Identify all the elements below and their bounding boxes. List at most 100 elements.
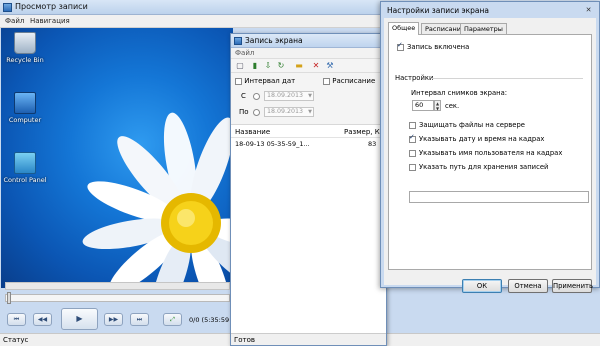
storage-path-checkbox[interactable]: Указать путь для хранения записей [409, 163, 548, 171]
recording-name: 18-09-13 05-35-59_1... [235, 140, 310, 148]
interval-input[interactable]: 60 [412, 100, 434, 111]
desktop-icon-label: Computer [8, 116, 42, 124]
settings-title: Настройки записи экрана [387, 6, 489, 15]
recorded-desktop-preview: Recycle Bin Computer Control Panel [1, 28, 233, 288]
to-date-value: 18.09.2013 [267, 108, 304, 115]
recording-title: Запись экрана [245, 36, 303, 45]
checkbox-box [409, 149, 416, 157]
menu-file[interactable]: Файл [235, 49, 254, 57]
prev-icon: ◀◀ [37, 316, 48, 323]
fit-icon: ⤢ [170, 316, 175, 323]
desktop-icon-control-panel[interactable]: Control Panel [3, 152, 47, 184]
first-frame-button[interactable]: ⏮ [7, 313, 26, 326]
checkbox-box [397, 41, 404, 51]
schedule-label: Расписание [332, 77, 376, 85]
column-size[interactable]: Размер, Кб [344, 128, 384, 136]
play-icon: ▶ [76, 314, 83, 323]
recording-window: Запись экрана Файл ▢ ▮ ⇩ ↻ ▬ ✕ ⚒ Интерва… [230, 33, 387, 346]
checkbox-box [409, 133, 416, 143]
date-interval-label: Интервал дат [244, 77, 296, 85]
menu-file[interactable]: Файл [5, 17, 24, 25]
to-date-picker[interactable]: 18.09.2013 ▼ [264, 107, 314, 117]
viewer-status-text: Статус [3, 336, 29, 344]
play-button[interactable]: ▶ [61, 308, 98, 330]
column-name[interactable]: Название [235, 128, 270, 136]
folder-icon[interactable]: ▬ [294, 61, 304, 71]
settings-titlebar[interactable]: Настройки записи экрана ✕ [381, 2, 599, 18]
desktop-icon-computer[interactable]: Computer [3, 92, 47, 124]
interval-unit: сек. [445, 102, 460, 110]
recording-enabled-label: Запись включена [407, 43, 470, 51]
group-divider [431, 78, 583, 79]
schedule-checkbox[interactable]: Расписание [323, 77, 375, 85]
option-label: Защищать файлы на сервере [419, 121, 525, 129]
export-icon[interactable]: ⇩ [263, 61, 273, 71]
general-tab-panel: Запись включена Настройки Интервал снимк… [388, 34, 592, 270]
show-username-checkbox[interactable]: Указывать имя пользователя на кадрах [409, 149, 562, 157]
refresh-icon[interactable]: ↻ [276, 61, 286, 71]
date-interval-checkbox[interactable]: Интервал дат [235, 77, 295, 85]
interval-value: 60 [415, 101, 424, 109]
ok-button[interactable]: ОК [462, 279, 502, 293]
recycle-bin-icon [14, 32, 36, 54]
app-icon [234, 37, 242, 45]
recordings-list-header: Название Размер, Кб [231, 125, 386, 138]
interval-label: Интервал снимков экрана: [411, 89, 508, 97]
recording-status-text: Готов [234, 336, 256, 344]
prev-frame-button[interactable]: ◀◀ [33, 313, 52, 326]
checkbox-box [409, 121, 416, 129]
recording-toolbar: ▢ ▮ ⇩ ↻ ▬ ✕ ⚒ [231, 59, 386, 73]
from-date-value: 18.09.2013 [267, 92, 304, 99]
recording-menubar: Файл [231, 48, 386, 59]
desktop-icon-recycle-bin[interactable]: Recycle Bin [3, 32, 47, 64]
show-datetime-checkbox[interactable]: Указывать дату и время на кадрах [409, 133, 545, 143]
menu-navigation[interactable]: Навигация [30, 17, 70, 25]
viewer-title: Просмотр записи [15, 2, 88, 11]
checkbox-box [409, 163, 416, 171]
new-icon[interactable]: ▢ [235, 61, 245, 71]
protect-files-checkbox[interactable]: Защищать файлы на сервере [409, 121, 525, 129]
settings-group-label: Настройки [395, 74, 434, 82]
preview-horizontal-scrollbar[interactable] [5, 282, 230, 290]
checkbox-box [235, 77, 242, 85]
computer-icon [14, 92, 36, 114]
app-icon [3, 3, 12, 12]
control-panel-icon [14, 152, 36, 174]
chevron-down-icon[interactable]: ▼ [308, 108, 312, 116]
interval-stepper[interactable]: ▲ ▼ [434, 100, 441, 111]
from-radio[interactable] [253, 93, 260, 100]
timeline-slider[interactable] [5, 294, 230, 302]
delete-icon[interactable]: ✕ [311, 61, 321, 71]
recording-titlebar[interactable]: Запись экрана [231, 34, 386, 48]
next-frame-button[interactable]: ▶▶ [104, 313, 123, 326]
to-label: По [239, 108, 249, 116]
settings-body: Общее Расписания Параметры Запись включе… [384, 18, 596, 293]
option-label: Указать путь для хранения записей [419, 163, 549, 171]
desktop-icon-label: Recycle Bin [6, 56, 44, 64]
fit-button[interactable]: ⤢ [163, 313, 182, 326]
recording-enabled-checkbox[interactable]: Запись включена [397, 41, 470, 51]
last-frame-button[interactable]: ⏭ [130, 313, 149, 326]
settings-dialog: Настройки записи экрана ✕ Общее Расписан… [380, 1, 600, 293]
desktop-icon-label: Control Panel [3, 176, 47, 184]
to-radio[interactable] [253, 109, 260, 116]
option-label: Указывать дату и время на кадрах [419, 135, 545, 143]
from-label: С [241, 92, 246, 100]
save-icon[interactable]: ▮ [250, 61, 260, 71]
apply-button[interactable]: Применить [552, 279, 593, 293]
cancel-button[interactable]: Отмена [508, 279, 548, 293]
checkbox-box [323, 77, 330, 85]
first-icon: ⏮ [13, 316, 20, 323]
settings-icon[interactable]: ⚒ [325, 61, 335, 71]
from-date-picker[interactable]: 18.09.2013 ▼ [264, 91, 314, 101]
next-icon: ▶▶ [108, 316, 119, 323]
tab-general[interactable]: Общее [388, 22, 420, 35]
last-icon: ⏭ [136, 316, 143, 323]
recording-statusbar: Готов [231, 333, 386, 345]
table-row[interactable]: 18-09-13 05-35-59_1... 83 [231, 138, 386, 149]
date-filter-panel: Интервал дат Расписание С 18.09.2013 ▼ П… [231, 73, 386, 125]
close-icon[interactable]: ✕ [583, 5, 594, 15]
chevron-down-icon[interactable]: ▼ [308, 92, 312, 100]
storage-path-field[interactable] [409, 191, 589, 203]
timeline-slider-thumb[interactable] [7, 292, 11, 304]
